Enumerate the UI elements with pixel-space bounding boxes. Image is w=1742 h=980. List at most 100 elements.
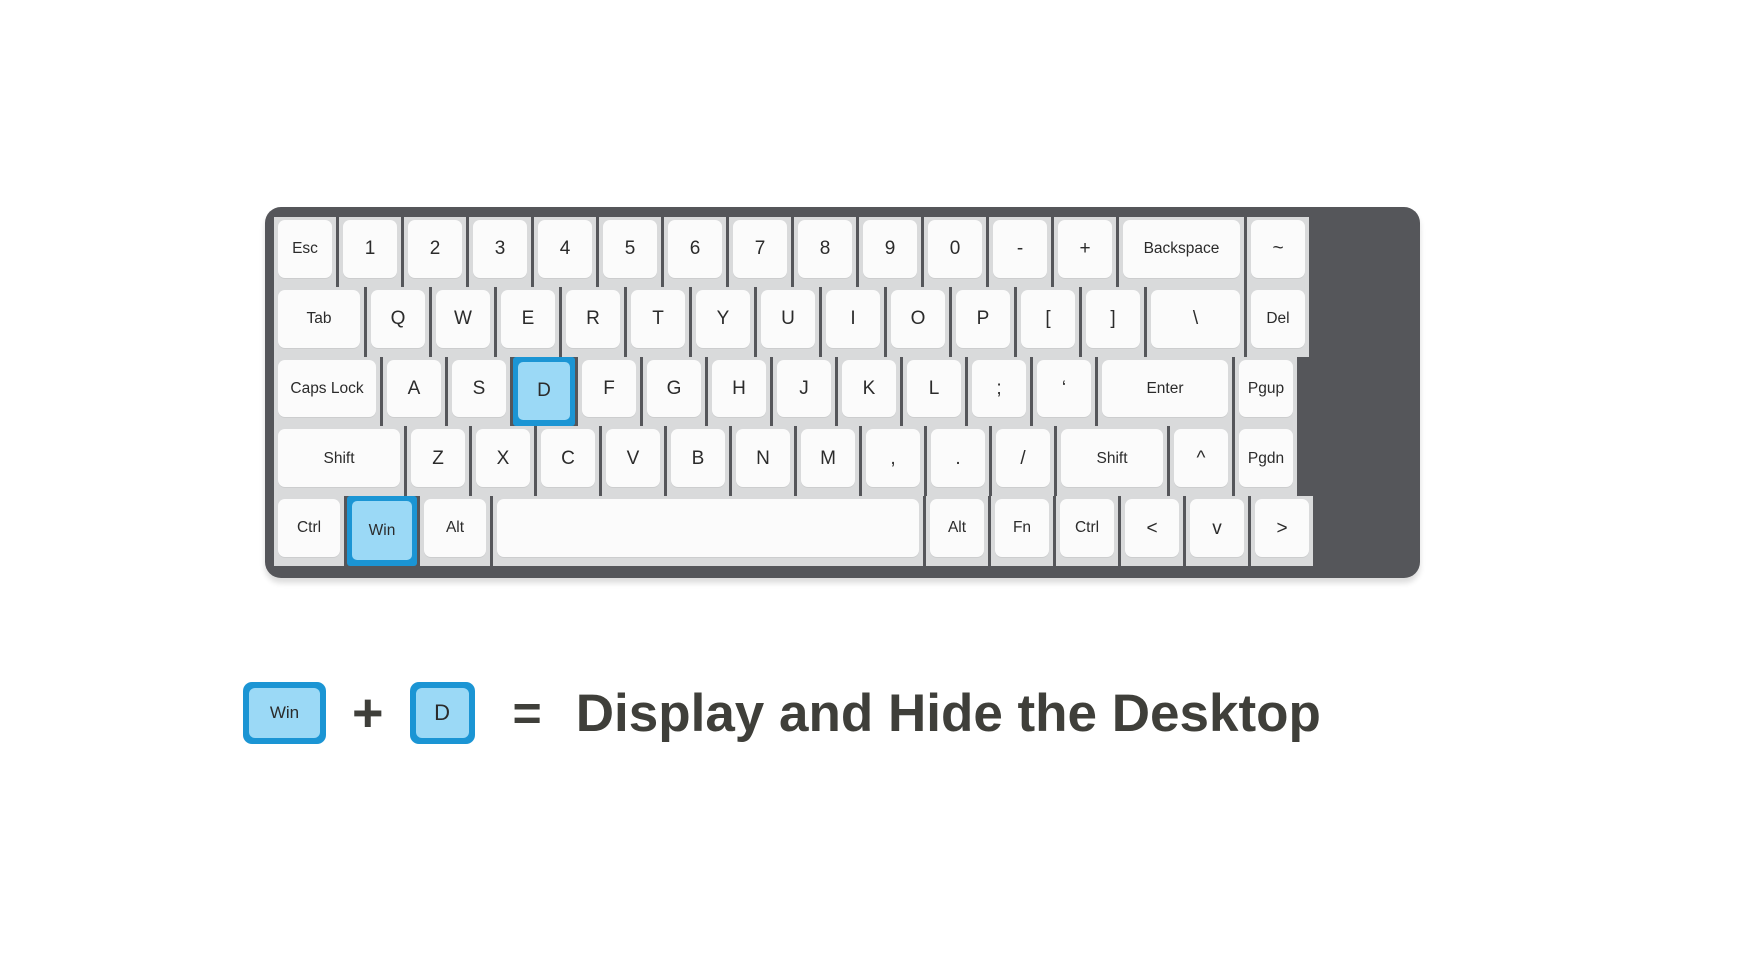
key-I[interactable]: I (822, 286, 884, 357)
key-Alt[interactable]: Alt (926, 496, 988, 566)
key-H-label: H (712, 359, 766, 418)
key-6[interactable]: 6 (664, 217, 726, 287)
key-B-label: B (671, 429, 725, 488)
key-Pgdn-label: Pgdn (1239, 429, 1293, 488)
key-Del[interactable]: Del (1247, 286, 1309, 357)
key-Caps Lock-label: Caps Lock (278, 359, 376, 418)
illustration-stage: Esc 1 2 3 4 5 6 7 8 9 0- + Backspace ~ Tab Q W E R T Y U I O P[]… (0, 0, 1742, 980)
key-R[interactable]: R (562, 286, 624, 357)
key-U[interactable]: U (757, 286, 819, 357)
key-/[interactable]: / (992, 426, 1054, 497)
key-Y[interactable]: Y (692, 286, 754, 357)
key-;-label: ; (972, 359, 1026, 418)
key-2[interactable]: 2 (404, 217, 466, 287)
key-7[interactable]: 7 (729, 217, 791, 287)
key-W[interactable]: W (432, 286, 494, 357)
key->[interactable]: > (1251, 496, 1313, 566)
key-Shift[interactable]: Shift (274, 426, 404, 497)
key-Q-label: Q (371, 289, 425, 348)
key-Win[interactable]: Win (347, 496, 417, 566)
key-Ctrl-label: Ctrl (278, 499, 340, 557)
key-Backspace-label: Backspace (1123, 220, 1240, 278)
key-0-label: 0 (928, 220, 982, 278)
key-P[interactable]: P (952, 286, 1014, 357)
key-Backspace[interactable]: Backspace (1119, 217, 1244, 287)
key-\[interactable]: \ (1147, 286, 1244, 357)
key-F[interactable]: F (578, 356, 640, 427)
key-O[interactable]: O (887, 286, 949, 357)
key-E[interactable]: E (497, 286, 559, 357)
key-9[interactable]: 9 (859, 217, 921, 287)
key-Enter[interactable]: Enter (1098, 356, 1232, 427)
key-Z[interactable]: Z (407, 426, 469, 497)
key-;[interactable]: ; (968, 356, 1030, 427)
key-~[interactable]: ~ (1247, 217, 1309, 287)
key-+[interactable]: + (1054, 217, 1116, 287)
key-][interactable]: ] (1082, 286, 1144, 357)
key-Shift[interactable]: Shift (1057, 426, 1167, 497)
key-W-label: W (436, 289, 490, 348)
key---label: - (993, 220, 1047, 278)
key-Ctrl[interactable]: Ctrl (1056, 496, 1118, 566)
key-1[interactable]: 1 (339, 217, 401, 287)
key-M-label: M (801, 429, 855, 488)
key-B[interactable]: B (667, 426, 729, 497)
key-‘[interactable]: ‘ (1033, 356, 1095, 427)
key-Tab[interactable]: Tab (274, 286, 364, 357)
key-K[interactable]: K (838, 356, 900, 427)
key-8[interactable]: 8 (794, 217, 856, 287)
key-L-label: L (907, 359, 961, 418)
key-Alt-label: Alt (424, 499, 486, 557)
key-N-label: N (736, 429, 790, 488)
key-3[interactable]: 3 (469, 217, 531, 287)
key-Tab-label: Tab (278, 289, 360, 348)
key-4-label: 4 (538, 220, 592, 278)
key-.[interactable]: . (927, 426, 989, 497)
key-Pgup-label: Pgup (1239, 359, 1293, 418)
keyboard: Esc 1 2 3 4 5 6 7 8 9 0- + Backspace ~ Tab Q W E R T Y U I O P[]… (265, 207, 1420, 578)
key-Alt[interactable]: Alt (420, 496, 490, 566)
plus-operator: + (352, 683, 384, 743)
spacebar[interactable] (493, 496, 923, 566)
key-X[interactable]: X (472, 426, 534, 497)
key-H[interactable]: H (708, 356, 770, 427)
key-S[interactable]: S (448, 356, 510, 427)
key-Ctrl[interactable]: Ctrl (274, 496, 344, 566)
caption-key-win[interactable]: Win (243, 682, 326, 744)
key-N[interactable]: N (732, 426, 794, 497)
key-M[interactable]: M (797, 426, 859, 497)
key--[interactable]: - (989, 217, 1051, 287)
key-Pgdn[interactable]: Pgdn (1235, 426, 1297, 497)
key-C[interactable]: C (537, 426, 599, 497)
key-4[interactable]: 4 (534, 217, 596, 287)
key-9-label: 9 (863, 220, 917, 278)
key-A[interactable]: A (383, 356, 445, 427)
key-Fn[interactable]: Fn (991, 496, 1053, 566)
key-T[interactable]: T (627, 286, 689, 357)
key-<[interactable]: < (1121, 496, 1183, 566)
key-5[interactable]: 5 (599, 217, 661, 287)
key-Q[interactable]: Q (367, 286, 429, 357)
caption-key-d[interactable]: D (409, 682, 475, 744)
key-^-label: ^ (1174, 429, 1228, 488)
key-^[interactable]: ^ (1170, 426, 1232, 497)
key-V[interactable]: V (602, 426, 664, 497)
key-Enter-label: Enter (1102, 359, 1228, 418)
key-D[interactable]: D (513, 356, 575, 427)
key-Pgup[interactable]: Pgup (1235, 356, 1297, 427)
caption-key-win-label: Win (249, 688, 320, 738)
key-0[interactable]: 0 (924, 217, 986, 287)
key-Caps Lock[interactable]: Caps Lock (274, 356, 380, 427)
key-[[interactable]: [ (1017, 286, 1079, 357)
keyboard-row-modifier-row: Ctrl Win Alt Alt Fn Ctrl < v > (274, 496, 1411, 566)
key-G[interactable]: G (643, 356, 705, 427)
key-Esc[interactable]: Esc (274, 217, 336, 287)
key-L[interactable]: L (903, 356, 965, 427)
key-J-label: J (777, 359, 831, 418)
key-8-label: 8 (798, 220, 852, 278)
key-E-label: E (501, 289, 555, 348)
key-v[interactable]: v (1186, 496, 1248, 566)
key-,[interactable]: , (862, 426, 924, 497)
key-J[interactable]: J (773, 356, 835, 427)
key-Y-label: Y (696, 289, 750, 348)
